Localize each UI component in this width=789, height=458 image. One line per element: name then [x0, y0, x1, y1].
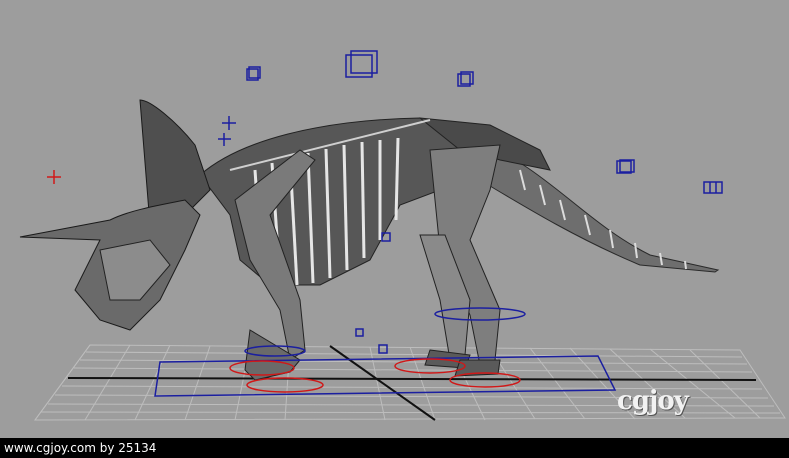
- foot-ring-control-icon[interactable]: [246, 377, 324, 393]
- credit-text: www.cgjoy.com by 25134: [4, 441, 157, 455]
- cube-control-icon[interactable]: [703, 181, 723, 194]
- cube-control-icon[interactable]: [457, 71, 474, 87]
- credit-bar: www.cgjoy.com by 25134: [0, 438, 789, 458]
- cube-control-icon[interactable]: [378, 344, 388, 354]
- triceratops-skeleton[interactable]: [19, 99, 720, 381]
- cube-control-icon[interactable]: [246, 66, 261, 81]
- locator-cross-icon[interactable]: [218, 116, 236, 146]
- scene-canvas[interactable]: [0, 0, 789, 438]
- cube-control-icon[interactable]: [345, 50, 378, 78]
- cube-control-icon[interactable]: [616, 159, 635, 174]
- cube-control-icon[interactable]: [355, 328, 364, 337]
- locator-cross-icon[interactable]: [47, 170, 61, 184]
- viewport-3d[interactable]: cgjoy: [0, 0, 789, 438]
- watermark-logo: cgjoy: [617, 386, 689, 416]
